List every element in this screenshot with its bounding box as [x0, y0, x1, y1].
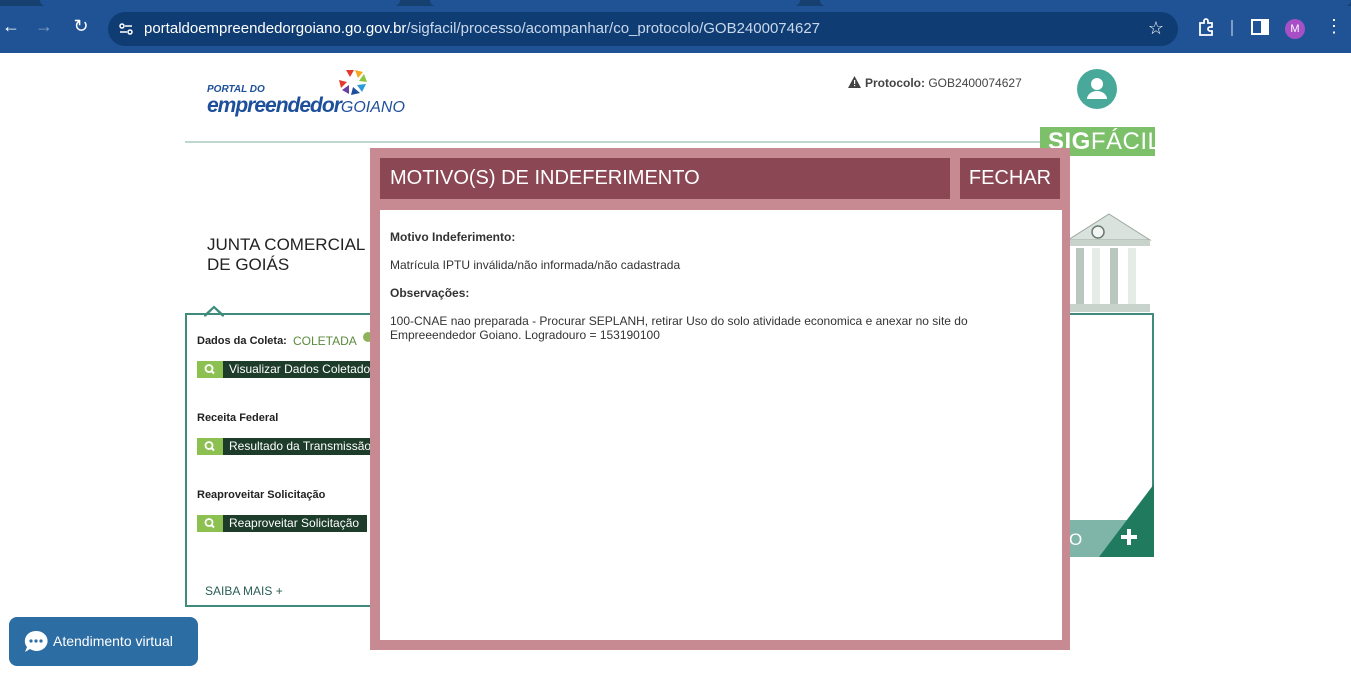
url-text: portaldoempreendedorgoiano.go.gov.br/sig…	[144, 20, 820, 37]
logo-line2: empreendedorGOIANO	[207, 94, 405, 118]
resultado-transmissao-button[interactable]: Resultado da Transmissão	[197, 438, 370, 455]
forward-icon[interactable]: →	[33, 15, 55, 37]
modal-title: MOTIVO(S) DE INDEFERIMENTO	[380, 158, 950, 199]
observacoes-heading: Observações:	[390, 286, 470, 300]
browser-tab[interactable]	[40, 0, 400, 6]
browser-toolbar: ← → ↻ portaldoempreendedorgoiano.go.gov.…	[0, 0, 1351, 53]
toolbar-separator	[1231, 20, 1233, 36]
address-bar[interactable]: portaldoempreendedorgoiano.go.gov.br/sig…	[108, 12, 1178, 46]
url-path: /sigfacil/processo/acompanhar/co_protoco…	[406, 20, 821, 37]
warning-icon	[848, 76, 861, 88]
corner-text: O	[1069, 530, 1083, 549]
portal-logo[interactable]: PORTAL DO empreendedorGOIANO	[207, 68, 405, 123]
indeferimento-modal: MOTIVO(S) DE INDEFERIMENTO FECHAR Motivo…	[370, 148, 1070, 650]
motivo-heading: Motivo Indeferimento:	[390, 230, 516, 244]
modal-body: Motivo Indeferimento: Matrícula IPTU inv…	[380, 210, 1062, 640]
logo-word-empreendedor: empreendedor	[207, 94, 342, 117]
back-icon[interactable]: ←	[0, 15, 22, 37]
protocol-value: GOB2400074627	[928, 76, 1022, 90]
resultado-transmissao-label: Resultado da Transmissão	[229, 439, 370, 453]
visualizar-dados-button[interactable]: Visualizar Dados Coletados	[197, 361, 370, 378]
reaproveitar-label: Reaproveitar Solicitação	[197, 489, 326, 501]
sigfacil-rest-text: FÁCIL	[1090, 128, 1162, 155]
junta-comercial-title: JUNTA COMERCIAL DE GOIÁS	[207, 235, 365, 274]
portal-logo-mark	[339, 70, 367, 95]
protocol-label: Protocolo:	[865, 76, 925, 90]
motivo-text: Matrícula IPTU inválida/não informada/nã…	[390, 258, 681, 272]
coleta-status: COLETADA	[293, 334, 357, 348]
building-icon	[1066, 213, 1152, 312]
user-avatar[interactable]	[1077, 69, 1117, 109]
profile-avatar[interactable]: M	[1285, 19, 1305, 39]
chat-bubble-icon	[24, 630, 48, 652]
site-settings-icon[interactable]	[118, 21, 134, 37]
virtual-assistant-button[interactable]: Atendimento virtual	[9, 617, 198, 666]
bookmark-star-icon[interactable]: ☆	[1148, 18, 1164, 39]
search-icon	[197, 361, 223, 378]
side-panel-icon[interactable]	[1250, 17, 1270, 37]
tab-strip	[0, 0, 1351, 6]
search-icon	[197, 515, 223, 532]
user-icon	[1087, 78, 1107, 99]
process-card	[185, 313, 385, 607]
search-icon	[197, 438, 223, 455]
card-notch-icon	[204, 305, 224, 317]
extensions-icon[interactable]	[1196, 17, 1216, 37]
browser-menu-icon[interactable]: ⋮	[1325, 16, 1343, 36]
receita-federal-label: Receita Federal	[197, 412, 279, 424]
protocol-info: Protocolo: GOB2400074627	[848, 76, 1022, 90]
coleta-label: Dados da Coleta:	[197, 335, 287, 347]
close-button[interactable]: FECHAR	[960, 158, 1060, 199]
reload-icon[interactable]: ↻	[70, 15, 92, 37]
url-host: portaldoempreendedorgoiano.go.gov.br	[144, 20, 407, 37]
reaproveitar-button[interactable]: Reaproveitar Solicitação	[197, 515, 367, 532]
header-divider	[185, 141, 1040, 143]
saiba-mais-link[interactable]: SAIBA MAIS +	[205, 584, 283, 598]
browser-tab[interactable]	[430, 0, 800, 6]
reaproveitar-button-label: Reaproveitar Solicitação	[229, 516, 360, 530]
logo-word-goiano: GOIANO	[340, 99, 405, 116]
browser-tab-active[interactable]	[820, 0, 1351, 6]
virtual-assistant-label: Atendimento virtual	[53, 633, 173, 649]
observacoes-text: 100-CNAE nao preparada - Procurar SEPLAN…	[390, 314, 968, 342]
visualizar-dados-label: Visualizar Dados Coletados	[229, 362, 370, 376]
